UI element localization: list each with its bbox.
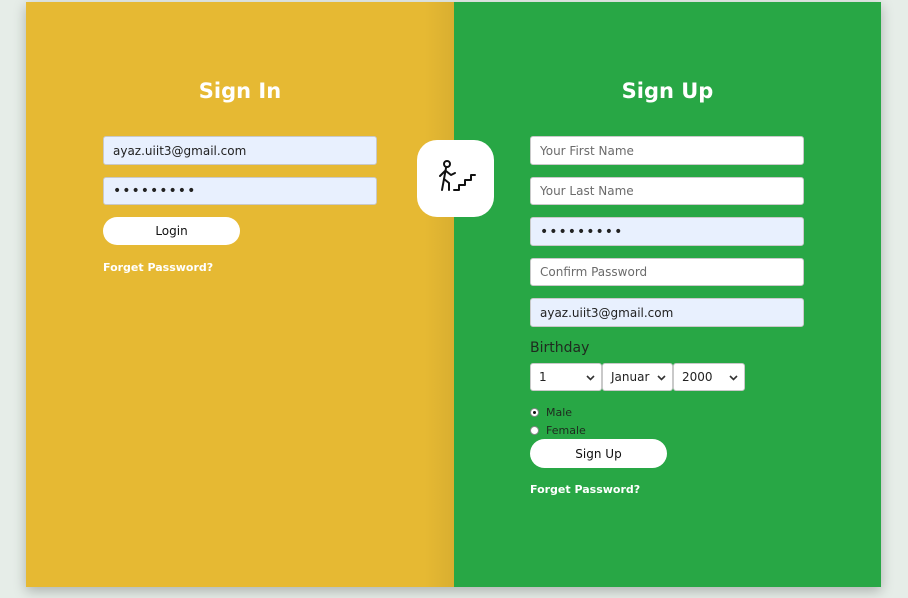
first-name-field[interactable] (530, 136, 804, 165)
chevron-down-icon (586, 375, 595, 381)
female-radio[interactable] (530, 426, 539, 435)
female-label: Female (546, 424, 586, 437)
signup-email-field[interactable] (530, 298, 804, 327)
birthday-label: Birthday (530, 340, 590, 356)
signin-panel: Sign In Login Forget Password? (26, 2, 454, 587)
male-label: Male (546, 406, 573, 419)
signin-title: Sign In (198, 79, 282, 103)
signup-password-field[interactable] (530, 217, 804, 246)
signup-forget-password-link[interactable]: Forget Password? (530, 483, 640, 496)
signup-title: Sign Up (621, 79, 714, 103)
month-select[interactable]: Januar (602, 363, 673, 391)
auth-card: Sign In Login Forget Password? Sign Up B… (26, 2, 881, 587)
month-select-value: Januar (611, 370, 650, 384)
gender-female-option[interactable]: Female (530, 424, 586, 437)
year-select[interactable]: 2000 (673, 363, 745, 391)
gender-male-option[interactable]: Male (530, 406, 572, 419)
male-radio[interactable] (530, 408, 539, 417)
day-select-value: 1 (539, 370, 547, 384)
signup-button[interactable]: Sign Up (530, 439, 667, 468)
panel-shadow (424, 2, 454, 587)
person-climbing-stairs-icon (438, 159, 476, 191)
chevron-down-icon (657, 375, 666, 381)
last-name-field[interactable] (530, 177, 804, 205)
signin-password-field[interactable] (103, 177, 377, 205)
confirm-password-field[interactable] (530, 258, 804, 286)
login-button[interactable]: Login (103, 217, 240, 245)
signin-forget-password-link[interactable]: Forget Password? (103, 261, 213, 274)
chevron-down-icon (729, 375, 738, 381)
center-badge (417, 140, 494, 217)
signin-email-field[interactable] (103, 136, 377, 165)
day-select[interactable]: 1 (530, 363, 602, 391)
signup-panel: Sign Up (454, 2, 881, 587)
year-select-value: 2000 (682, 370, 713, 384)
